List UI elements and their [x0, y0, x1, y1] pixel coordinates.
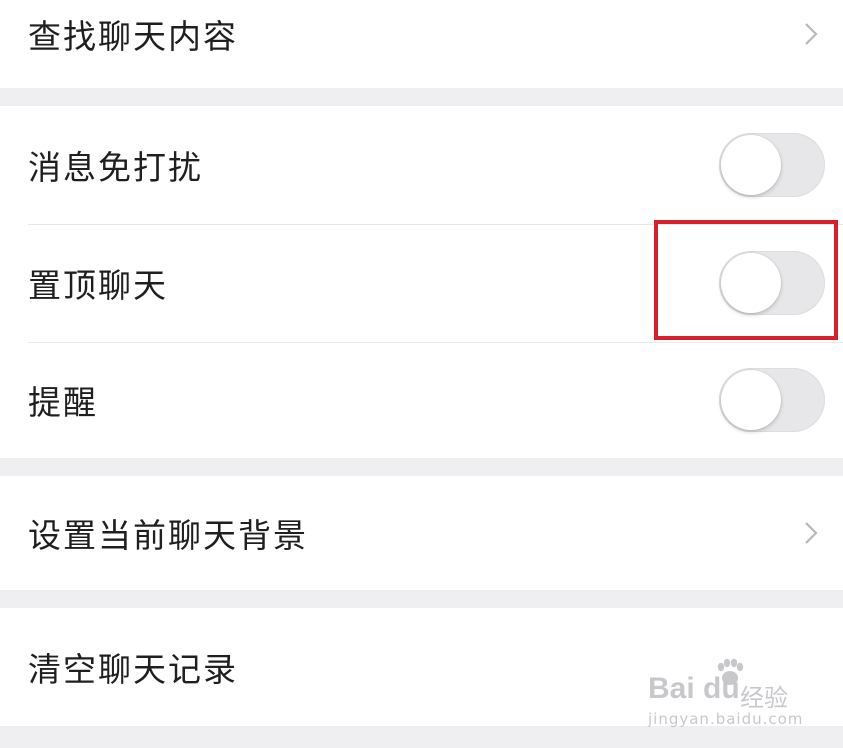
watermark-jingyan: 经验 — [740, 684, 788, 712]
chat-background-label: 设置当前聊天背景 — [28, 516, 308, 555]
watermark-url: jingyan.baidu.com — [648, 710, 804, 728]
remind-label: 提醒 — [28, 383, 98, 422]
pin-label: 置顶聊天 — [28, 266, 168, 305]
chat-background-row[interactable]: 设置当前聊天背景 — [0, 476, 843, 590]
baidu-jingyan-watermark: Bai du 经验 jingyan.baidu.com — [648, 658, 838, 734]
toggle-knob — [721, 135, 781, 195]
background-card: 设置当前聊天背景 — [0, 476, 843, 590]
watermark-brand: Bai du — [648, 672, 740, 705]
highlight-box — [654, 220, 838, 340]
search-chat-row[interactable]: 查找聊天内容 — [0, 0, 843, 88]
clear-history-label: 清空聊天记录 — [28, 650, 238, 689]
mute-toggle[interactable] — [719, 133, 825, 197]
mute-row: 消息免打扰 — [0, 106, 843, 224]
chevron-right-icon — [805, 522, 818, 544]
toggle-knob — [721, 370, 781, 430]
remind-row: 提醒 — [0, 342, 843, 458]
search-card: 查找聊天内容 — [0, 0, 843, 88]
search-chat-label: 查找聊天内容 — [28, 17, 238, 56]
mute-label: 消息免打扰 — [28, 148, 203, 187]
chevron-right-icon — [805, 23, 818, 45]
remind-toggle[interactable] — [719, 368, 825, 432]
